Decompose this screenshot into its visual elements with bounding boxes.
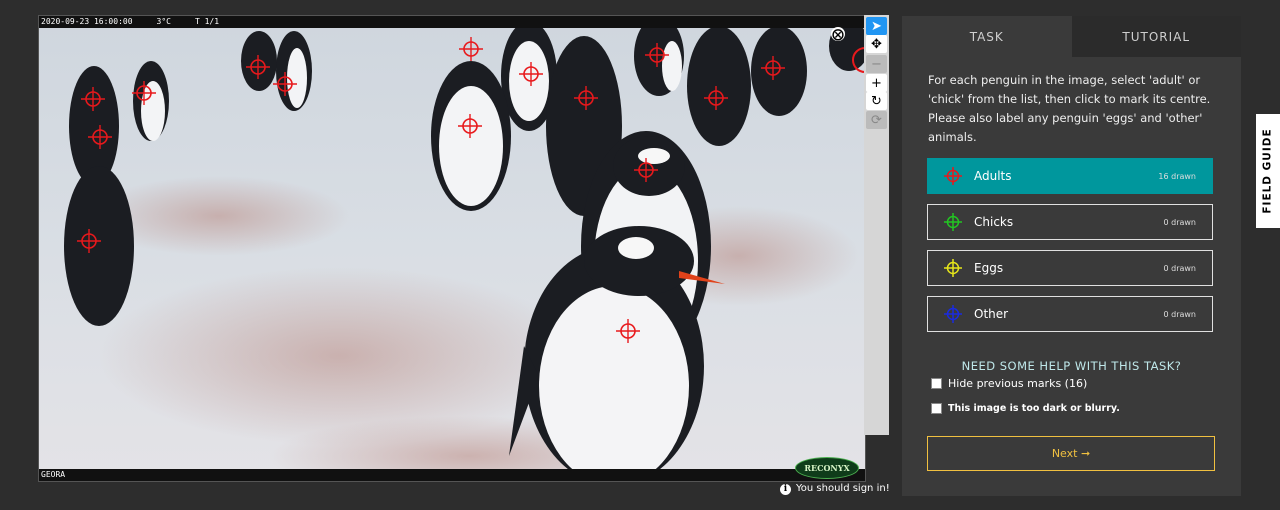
camera-info-bar: 2020-09-23 16:00:00 3°C T 1/1 [39, 16, 865, 28]
task-instructions: For each penguin in the image, select 'a… [928, 73, 1211, 144]
hide-marks-option[interactable]: Hide previous marks (16) [931, 377, 1087, 390]
camera-temperature: 3°C [156, 17, 171, 26]
reset-icon: ⟳ [866, 111, 887, 129]
plus-icon[interactable]: + [866, 74, 887, 92]
reconyx-logo: RECONYX [795, 457, 859, 479]
too-dark-checkbox[interactable] [931, 403, 942, 414]
too-dark-option[interactable]: This image is too dark or blurry. [931, 403, 1120, 414]
tab-task[interactable]: TASK [902, 16, 1072, 57]
field-guide-tab[interactable]: FIELD GUIDE [1256, 114, 1280, 228]
rotate-icon[interactable]: ↻ [866, 92, 887, 110]
viewer-toolbar: ➤ ✥ − + ↻ ⟳ [864, 15, 889, 435]
help-link[interactable]: NEED SOME HELP WITH THIS TASK? [902, 359, 1241, 373]
subject-image-viewer[interactable]: 2020-09-23 16:00:00 3°C T 1/1 GEORA RECONY… [38, 15, 866, 482]
tool-count: 0 drawn [1163, 263, 1196, 273]
crosshair-icon [944, 213, 962, 231]
tool-option-eggs[interactable]: Eggs 0 drawn [927, 250, 1213, 286]
hide-marks-checkbox[interactable] [931, 378, 942, 389]
too-dark-label: This image is too dark or blurry. [948, 403, 1120, 414]
hide-marks-label: Hide previous marks (16) [948, 377, 1088, 390]
tool-count: 0 drawn [1163, 217, 1196, 227]
camera-trigger: T 1/1 [194, 17, 220, 26]
field-guide-label: FIELD GUIDE [1262, 128, 1275, 214]
sign-in-text: You should sign in! [796, 483, 890, 494]
tool-option-adults[interactable]: Adults 16 drawn [927, 158, 1213, 194]
close-icon[interactable]: ⨂ [831, 27, 845, 41]
crosshair-icon [944, 167, 962, 185]
crosshair-icon [944, 259, 962, 277]
tool-label: Eggs [974, 261, 1004, 275]
tool-count: 0 drawn [1163, 309, 1196, 319]
tab-tutorial[interactable]: TUTORIAL [1071, 16, 1241, 57]
crosshair-icon [944, 305, 962, 323]
camera-datetime: 2020-09-23 16:00:00 [41, 17, 133, 26]
task-tabs: TASK TUTORIAL [902, 16, 1241, 57]
tool-count: 16 drawn [1158, 171, 1196, 181]
sign-in-notice[interactable]: i You should sign in! [780, 483, 890, 495]
camera-site-bar: GEORA [39, 469, 865, 481]
pointer-icon[interactable]: ➤ [866, 17, 887, 35]
info-icon: i [780, 484, 791, 495]
next-button[interactable]: Next ➞ [927, 436, 1215, 471]
tool-option-other[interactable]: Other 0 drawn [927, 296, 1213, 332]
tool-label: Adults [974, 169, 1012, 183]
tool-option-chicks[interactable]: Chicks 0 drawn [927, 204, 1213, 240]
tool-label: Other [974, 307, 1009, 321]
move-icon[interactable]: ✥ [866, 35, 887, 53]
minus-icon: − [866, 55, 887, 73]
camera-site: GEORA [41, 470, 66, 479]
tool-label: Chicks [974, 215, 1014, 229]
penguin-photo[interactable] [39, 16, 865, 481]
task-panel: TASK TUTORIAL For each penguin in the im… [902, 16, 1241, 496]
